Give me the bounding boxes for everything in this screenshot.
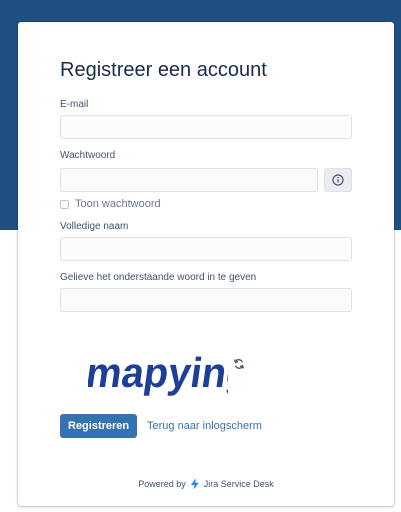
page-title: Registreer een account [60, 59, 267, 81]
refresh-icon[interactable] [233, 358, 245, 370]
jira-service-desk-logo-icon [190, 478, 199, 490]
product-name: Jira Service Desk [203, 479, 274, 489]
register-button[interactable]: Registreren [60, 414, 138, 438]
fullname-field[interactable] [60, 237, 352, 261]
password-info-button[interactable] [324, 168, 352, 192]
powered-by-text: Powered by [138, 479, 186, 489]
show-password-checkbox[interactable] [60, 199, 69, 209]
show-password-toggle[interactable]: Toon wachtwoord [60, 198, 161, 210]
fullname-label: Volledige naam [60, 221, 129, 232]
captcha-field[interactable] [60, 288, 352, 312]
footer: Powered by Jira Service Desk [18, 478, 394, 490]
captcha-image: mapying [88, 349, 228, 396]
register-card: Registreer een account E-mail Wachtwoord… [18, 22, 394, 506]
password-field[interactable] [60, 168, 318, 192]
captcha-label: Gelieve het onderstaande woord in te gev… [60, 272, 257, 283]
info-icon [332, 174, 344, 186]
email-label: E-mail [60, 99, 89, 110]
show-password-label: Toon wachtwoord [75, 198, 161, 210]
back-to-login-link[interactable]: Terug naar inlogscherm [147, 420, 262, 432]
password-label: Wachtwoord [60, 150, 116, 161]
email-field[interactable] [60, 115, 352, 139]
captcha-word: mapying [88, 349, 228, 396]
